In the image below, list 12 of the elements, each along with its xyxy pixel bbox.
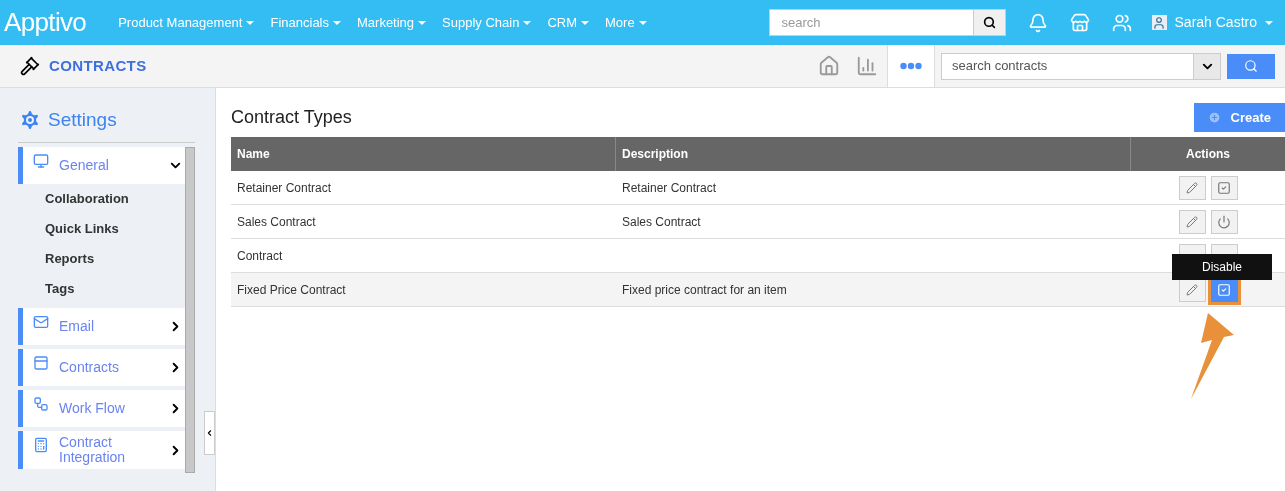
table-cell-text: Retainer Contract	[621, 179, 718, 197]
column-header: Actions	[1185, 146, 1231, 163]
module-title: CONTRACTS	[49, 55, 147, 76]
table-cell-text: Fixed Price Contract	[236, 281, 347, 299]
table-cell-text: Sales Contract	[621, 213, 702, 231]
table-cell-text: Sales Contract	[236, 213, 317, 231]
tooltip: Disable	[1172, 254, 1272, 280]
sidebar-title: Settings	[48, 107, 117, 132]
table-cell-text: Contract	[236, 247, 284, 265]
page-title: Contract Types	[231, 106, 352, 129]
table-cell-text: Fixed price contract for an item	[621, 281, 788, 299]
table-cell-text: Retainer Contract	[236, 179, 333, 197]
